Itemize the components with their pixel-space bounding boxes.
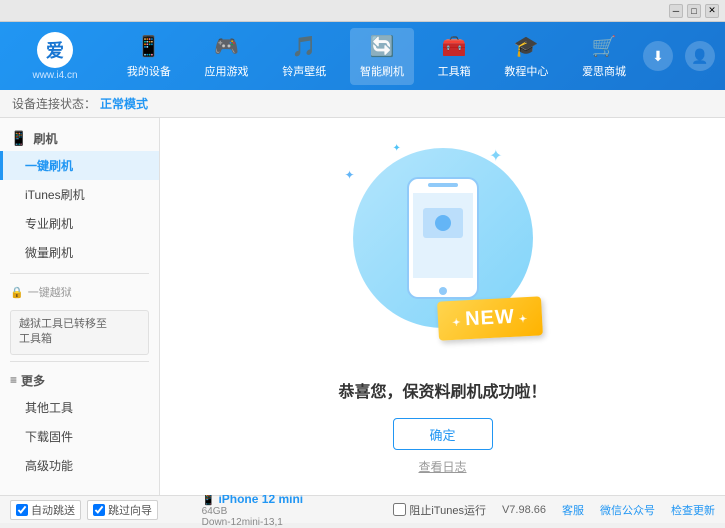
maximize-button[interactable]: □ bbox=[687, 4, 701, 18]
sidebar-divider-1 bbox=[10, 273, 149, 274]
nav-appstore-label: 爱思商城 bbox=[582, 63, 626, 79]
nav-toolbox-label: 工具箱 bbox=[438, 63, 471, 79]
header: 爱 www.i4.cn 📱 我的设备 🎮 应用游戏 🎵 铃声壁纸 🔄 智能刷机 … bbox=[0, 22, 725, 90]
sidebar-item-other-tools[interactable]: 其他工具 bbox=[0, 393, 159, 422]
window-controls[interactable]: ─ □ ✕ bbox=[669, 4, 719, 18]
sidebar-item-itunes-flash[interactable]: iTunes刷机 bbox=[0, 180, 159, 209]
bottom-left: 自动跳送 跳过向导 bbox=[10, 500, 202, 520]
success-message: 恭喜您，保资料刷机成功啦！ bbox=[338, 378, 546, 402]
nav-my-device[interactable]: 📱 我的设备 bbox=[117, 28, 181, 85]
lock-icon: 🔒 bbox=[10, 286, 24, 299]
check-update-link[interactable]: 检查更新 bbox=[671, 502, 715, 518]
auto-send-label: 自动跳送 bbox=[31, 502, 75, 518]
close-button[interactable]: ✕ bbox=[705, 4, 719, 18]
re-flash-link[interactable]: 查看日志 bbox=[418, 458, 466, 475]
new-badge: NEW bbox=[438, 296, 544, 340]
nav-appstore[interactable]: 🛒 爱思商城 bbox=[572, 28, 636, 85]
skip-wizard-checkbox[interactable]: 跳过向导 bbox=[87, 500, 158, 520]
nav-smart-flash[interactable]: 🔄 智能刷机 bbox=[350, 28, 414, 85]
logo[interactable]: 爱 www.i4.cn bbox=[10, 32, 100, 81]
smart-flash-icon: 🔄 bbox=[370, 34, 395, 59]
sidebar-more-section: ≡ 更多 bbox=[0, 368, 159, 393]
sidebar-divider-2 bbox=[10, 361, 149, 362]
minimize-button[interactable]: ─ bbox=[669, 4, 683, 18]
stop-itunes-checkbox[interactable] bbox=[393, 503, 406, 516]
phone-illustration bbox=[403, 173, 483, 303]
stop-itunes: 阻止iTunes运行 bbox=[393, 502, 486, 518]
sparkle-3: ✦ bbox=[393, 143, 401, 154]
device-icon: 📱 bbox=[202, 494, 216, 506]
nav-my-device-label: 我的设备 bbox=[127, 63, 171, 79]
flash-section-icon: 📱 bbox=[10, 130, 27, 147]
skip-wizard-input[interactable] bbox=[93, 504, 105, 516]
header-right: ⬇ 👤 bbox=[643, 41, 715, 71]
main-layout: 📱 刷机 一键刷机 iTunes刷机 专业刷机 微量刷机 🔒 一键越狱 越狱工具… bbox=[0, 118, 725, 495]
sidebar-locked-jailbreak: 🔒 一键越狱 bbox=[0, 280, 159, 304]
skip-wizard-label: 跳过向导 bbox=[108, 502, 152, 518]
bottom-right: 阻止iTunes运行 V7.98.66 客服 微信公众号 检查更新 bbox=[393, 502, 715, 518]
user-button[interactable]: 👤 bbox=[685, 41, 715, 71]
apps-games-icon: 🎮 bbox=[214, 34, 239, 59]
main-content: ✦ ✦ ✦ NEW 恭喜您，保资料刷机成功啦！ 确定 查看日志 bbox=[160, 118, 725, 495]
my-device-icon: 📱 bbox=[136, 34, 161, 59]
device-info-section: 📱 iPhone 12 mini 64GB Down-12mini-13,1 bbox=[202, 492, 394, 528]
device-firmware: 64GB Down-12mini-13,1 bbox=[202, 506, 394, 528]
version-label: V7.98.66 bbox=[502, 504, 546, 516]
title-bar: ─ □ ✕ bbox=[0, 0, 725, 22]
nav-apps-games[interactable]: 🎮 应用游戏 bbox=[195, 28, 259, 85]
status-bar: 设备连接状态： 正常模式 bbox=[0, 90, 725, 118]
sidebar-item-pro-flash[interactable]: 专业刷机 bbox=[0, 209, 159, 238]
sidebar-notice: 越狱工具已转移至工具箱 bbox=[10, 310, 149, 355]
wechat-official-link[interactable]: 微信公众号 bbox=[600, 502, 655, 518]
nav-ringtone-label: 铃声壁纸 bbox=[282, 63, 326, 79]
more-icon: ≡ bbox=[10, 373, 17, 387]
nav-tutorial-label: 教程中心 bbox=[504, 63, 548, 79]
nav-ringtone[interactable]: 🎵 铃声壁纸 bbox=[272, 28, 336, 85]
auto-send-input[interactable] bbox=[16, 504, 28, 516]
nav-tutorial[interactable]: 🎓 教程中心 bbox=[494, 28, 558, 85]
sidebar-item-advanced[interactable]: 高级功能 bbox=[0, 451, 159, 480]
nav-toolbox[interactable]: 🧰 工具箱 bbox=[428, 28, 481, 85]
sidebar-section-flash: 📱 刷机 bbox=[0, 126, 159, 151]
sidebar-item-one-click-flash[interactable]: 一键刷机 bbox=[0, 151, 159, 180]
confirm-button[interactable]: 确定 bbox=[393, 418, 493, 450]
appstore-icon: 🛒 bbox=[592, 34, 617, 59]
auto-send-checkbox[interactable]: 自动跳送 bbox=[10, 500, 81, 520]
status-value: 正常模式 bbox=[100, 95, 148, 112]
nav-items: 📱 我的设备 🎮 应用游戏 🎵 铃声壁纸 🔄 智能刷机 🧰 工具箱 🎓 教程中心… bbox=[110, 28, 643, 85]
sparkle-1: ✦ bbox=[489, 146, 502, 166]
nav-smart-flash-label: 智能刷机 bbox=[360, 63, 404, 79]
tutorial-icon: 🎓 bbox=[514, 34, 539, 59]
ringtone-icon: 🎵 bbox=[292, 34, 317, 59]
logo-icon: 爱 bbox=[37, 32, 73, 68]
nav-apps-games-label: 应用游戏 bbox=[205, 63, 249, 79]
status-label: 设备连接状态： bbox=[12, 95, 96, 112]
toolbox-icon: 🧰 bbox=[442, 34, 467, 59]
sparkle-2: ✦ bbox=[345, 168, 355, 182]
download-button[interactable]: ⬇ bbox=[643, 41, 673, 71]
sidebar-item-download-firmware[interactable]: 下载固件 bbox=[0, 422, 159, 451]
flash-section-label: 刷机 bbox=[33, 130, 57, 147]
customer-service-link[interactable]: 客服 bbox=[562, 502, 584, 518]
bottom-bar: 自动跳送 跳过向导 📱 iPhone 12 mini 64GB Down-12m… bbox=[0, 495, 725, 523]
logo-url: www.i4.cn bbox=[32, 70, 77, 81]
sidebar-item-micro-flash[interactable]: 微量刷机 bbox=[0, 238, 159, 267]
success-illustration: ✦ ✦ ✦ NEW bbox=[343, 138, 543, 358]
sidebar: 📱 刷机 一键刷机 iTunes刷机 专业刷机 微量刷机 🔒 一键越狱 越狱工具… bbox=[0, 118, 160, 495]
